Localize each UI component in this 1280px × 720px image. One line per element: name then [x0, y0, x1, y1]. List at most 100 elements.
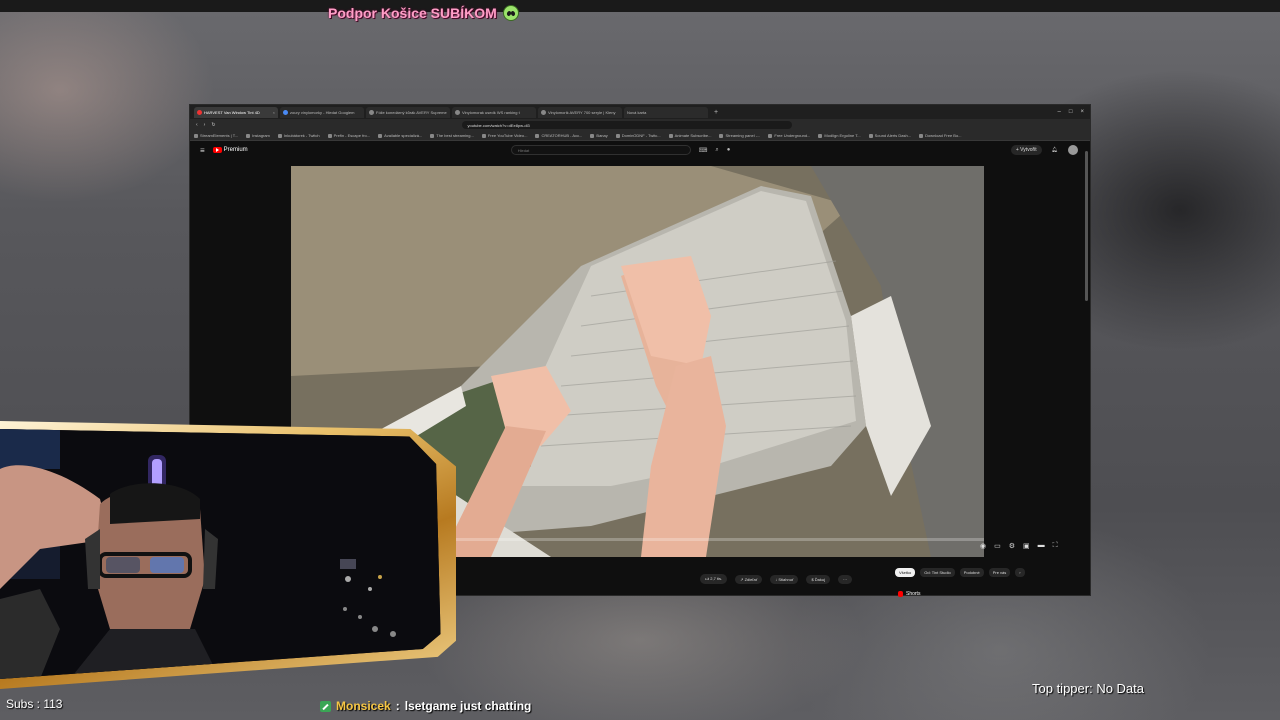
chip-from-channel[interactable]: Od: Tint Studio — [920, 568, 955, 577]
search-input[interactable]: Hledat — [510, 145, 691, 155]
more-button[interactable]: ··· — [838, 574, 853, 584]
browser-tab-1[interactable]: zoury vinylomorky - Hledat Googlem — [280, 106, 364, 118]
browser-tab-2[interactable]: Fólie konedárný kůrák AVERY Supreme — [366, 106, 450, 118]
browser-tab-3[interactable]: Vinylomorak usedk WS ranking t — [452, 106, 536, 118]
shorts-label: Shorts — [906, 591, 921, 597]
theater-mode-icon[interactable]: ▬ — [1038, 542, 1045, 550]
bookmark-icon — [194, 133, 198, 138]
minimize-button[interactable]: – — [1058, 109, 1061, 115]
webcam-feed — [0, 429, 441, 679]
tab-label: zoury vinylomorky - Hledat Googlem — [290, 109, 355, 115]
create-button[interactable]: + Vytvořit — [1010, 145, 1042, 155]
settings-gear-icon[interactable]: ⚙ — [1009, 542, 1015, 550]
chat-text: lsetgame just chatting — [404, 699, 532, 713]
browser-tab-0[interactable]: HARVEST Van Window Tint 4D × — [194, 106, 278, 118]
bookmark-icon — [430, 133, 435, 138]
url-input[interactable]: youtube.com/watch?v=dEe8pw-dl3 — [461, 121, 792, 129]
reload-icon[interactable]: ↻ — [211, 122, 215, 128]
search-buttons: ⌨ ⌕ ● — [699, 147, 731, 154]
bookmark-item[interactable]: Animate Subscribe... — [668, 133, 711, 138]
miniplayer-icon[interactable]: ▣ — [1023, 542, 1030, 550]
shorts-icon — [898, 591, 903, 597]
bookmark-item[interactable]: Banay — [590, 133, 608, 138]
browser-tab-5[interactable]: Nová karta — [624, 106, 708, 118]
bookmark-item[interactable]: Free YouTube Video... — [481, 133, 527, 138]
pencil-icon — [320, 700, 331, 712]
chevron-right-icon[interactable]: › — [1015, 568, 1025, 577]
bookmark-item[interactable]: Modlign Ergoline T... — [818, 133, 861, 138]
streamer-camera-image — [0, 429, 441, 679]
related-chips: Všetko Od: Tint Studio Podobné Pre vás › — [895, 568, 1025, 577]
search-icon[interactable]: ⌕ — [715, 147, 718, 154]
fullscreen-icon[interactable]: ⛶ — [1053, 542, 1058, 550]
sub-alert: Podpor Košice SUBÍKOM — [328, 2, 519, 24]
bookmark-item[interactable]: StreamElements | T... — [194, 133, 238, 138]
chip-all[interactable]: Všetko — [895, 568, 916, 577]
new-tab-button[interactable]: + — [710, 109, 722, 116]
browser-tab-4[interactable]: Vinylomorik AVERY 700 seryle | Kleny — [538, 106, 622, 118]
bookmarks-bar: StreamElements | T... Instagram Inkubáto… — [190, 131, 1090, 141]
bookmark-icon — [590, 133, 595, 138]
bookmark-icon — [818, 133, 823, 138]
chat-separator: : — [395, 699, 400, 713]
page-scrollbar[interactable] — [1085, 151, 1088, 301]
sub-alert-text: Podpor Košice SUBÍKOM — [328, 5, 497, 21]
subtitles-icon[interactable]: ▭ — [994, 542, 1001, 550]
back-arrow-icon[interactable]: ‹ — [196, 122, 198, 128]
chip-similar[interactable]: Podobné — [959, 568, 984, 577]
bookmark-item[interactable]: CREATORHUB - Acc... — [535, 133, 582, 138]
video-actions: 👍︎ 2,7 tis. ↗ Zdieľať ↓ Stiahnuť $ Ďakuj… — [700, 574, 853, 584]
bookmark-item[interactable]: Download Free Bo... — [919, 133, 962, 138]
bookmark-item[interactable]: Streaming panel -... — [719, 133, 760, 138]
youtube-logo[interactable]: Premium — [212, 147, 248, 153]
bookmark-item[interactable]: Instagram — [246, 133, 270, 138]
chat-username: Monsicek — [336, 699, 391, 713]
tab-label: Nová karta — [627, 109, 647, 115]
bookmark-item[interactable]: Free Underground... — [768, 133, 810, 138]
download-button[interactable]: ↓ Stiahnuť — [770, 574, 799, 584]
site-favicon-icon — [369, 109, 374, 115]
bookmark-icon — [378, 133, 383, 138]
bookmark-icon — [919, 133, 924, 138]
alien-emoji-icon — [502, 5, 519, 21]
like-button[interactable]: 👍︎ 2,7 tis. — [700, 574, 728, 584]
shorts-section[interactable]: Shorts — [898, 591, 920, 597]
window-controls: – □ × — [1058, 109, 1090, 115]
bell-icon[interactable]: 🔔︎ — [1052, 147, 1058, 153]
bookmark-item[interactable]: Prefin - Escape fro... — [327, 133, 370, 138]
bookmark-item[interactable]: Sound Alerts Dash... — [868, 133, 911, 138]
bookmark-icon — [535, 133, 540, 138]
avatar[interactable] — [1068, 145, 1078, 155]
youtube-header: ≡ Premium Hledat ⌨ ⌕ ● + Vytvořit 🔔︎ — [190, 141, 1090, 159]
chip-for-you[interactable]: Pre vás — [988, 568, 1011, 577]
bookmark-item[interactable]: The best streaming... — [430, 133, 474, 138]
tab-label: Fólie konedárný kůrák AVERY Supreme — [376, 109, 447, 115]
microphone-icon[interactable]: ● — [727, 147, 731, 154]
site-favicon-icon — [455, 109, 460, 115]
chat-message: Monsicek : lsetgame just chatting — [320, 699, 531, 713]
bookmark-item[interactable]: Available specializá... — [378, 133, 422, 138]
tab-label: HARVEST Van Window Tint 4D — [204, 109, 260, 115]
address-bar: ‹ › ↻ youtube.com/watch?v=dEe8pw-dl3 — [190, 119, 1090, 131]
keyboard-icon[interactable]: ⌨ — [699, 147, 708, 154]
tab-label: Vinylomorak usedk WS ranking t — [462, 109, 520, 115]
thanks-button[interactable]: $ Ďakuj — [806, 574, 831, 584]
maximize-button[interactable]: □ — [1069, 109, 1073, 115]
bookmark-icon — [246, 133, 251, 138]
bookmark-item[interactable]: DominODNF - Twitc... — [615, 133, 661, 138]
menu-icon[interactable]: ≡ — [200, 146, 205, 155]
tab-label: Vinylomorik AVERY 700 seryle | Kleny — [548, 109, 616, 115]
close-window-button[interactable]: × — [1080, 109, 1084, 115]
bookmark-item[interactable]: Inkubátorek - Twitch — [277, 133, 320, 138]
bookmark-icon — [327, 133, 332, 138]
top-black-strip — [0, 0, 1280, 12]
bookmark-icon — [868, 133, 873, 138]
bookmark-icon — [481, 133, 486, 138]
share-button[interactable]: ↗ Zdieľať — [735, 574, 763, 584]
header-right: + Vytvořit 🔔︎ — [1010, 145, 1090, 155]
google-favicon-icon — [283, 109, 288, 115]
youtube-favicon-icon — [197, 109, 202, 115]
forward-arrow-icon[interactable]: › — [204, 122, 206, 128]
close-icon[interactable]: × — [273, 110, 275, 115]
toggle-icon[interactable]: ◉ — [980, 542, 986, 550]
